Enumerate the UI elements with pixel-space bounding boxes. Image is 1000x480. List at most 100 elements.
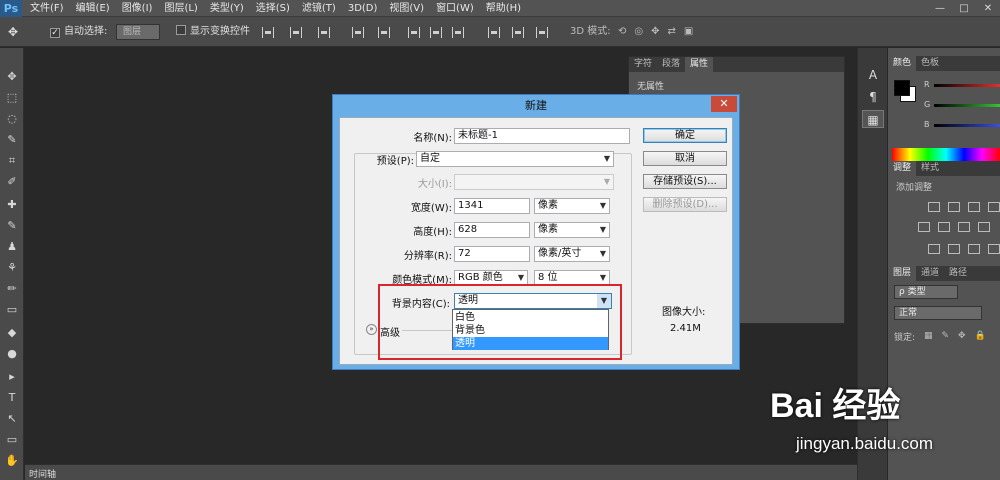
green-slider[interactable] [934,104,1000,107]
align-right-icon[interactable] [318,27,330,38]
posterize-icon[interactable] [948,244,960,254]
color-balance-icon[interactable] [958,222,970,232]
height-field[interactable]: 628 [454,222,530,238]
blue-slider[interactable] [934,124,1000,127]
history-brush-tool-icon[interactable]: ⚘ [2,259,22,277]
align-left-icon[interactable] [262,27,274,38]
distribute-hcenter-icon[interactable] [512,27,524,38]
timeline-tab[interactable]: 时间轴 [29,467,56,480]
tab-color[interactable]: 颜色 [888,56,917,71]
color-spectrum[interactable] [892,148,1000,162]
distribute-vcenter-icon[interactable] [430,27,442,38]
properties-panel-icon[interactable]: ▦ [862,110,884,128]
width-unit-select[interactable]: 像素 ▼ [534,198,610,214]
tab-layers[interactable]: 图层 [888,266,917,281]
distribute-left-icon[interactable] [488,27,500,38]
resolution-field[interactable]: 72 [454,246,530,262]
blur-tool-icon[interactable]: ◆ [2,324,22,342]
distribute-top-icon[interactable] [408,27,420,38]
distribute-right-icon[interactable] [536,27,548,38]
stamp-tool-icon[interactable]: ♟ [2,238,22,256]
lock-icons[interactable]: ▦✎✥🔒 [924,331,995,341]
align-vcenter-icon[interactable] [378,27,390,38]
height-unit-select[interactable]: 像素 ▼ [534,222,610,238]
ok-button[interactable]: 确定 [643,128,727,143]
blend-mode-select[interactable]: 正常 [894,306,982,320]
menu-image[interactable]: 图像(I) [122,0,153,17]
hue-saturation-icon[interactable] [938,222,950,232]
levels-icon[interactable] [948,202,960,212]
save-preset-button[interactable]: 存储预设(S)... [643,174,727,189]
dialog-close-button[interactable]: ✕ [711,96,737,112]
cancel-button[interactable]: 取消 [643,151,727,166]
type-tool-icon[interactable]: T [2,389,22,407]
lasso-tool-icon[interactable]: ◌ [2,110,22,128]
crop-tool-icon[interactable]: ⌗ [2,152,22,170]
advanced-toggle-icon[interactable]: » [366,324,377,335]
resolution-unit-select[interactable]: 像素/英寸 ▼ [534,246,610,262]
red-slider[interactable] [934,84,1000,87]
dodge-tool-icon[interactable]: ● [2,345,22,363]
tab-adjustments[interactable]: 调整 [888,161,917,176]
3d-mode-icons[interactable]: ⟲◎✥⇄▣ [618,25,701,39]
character-panel-icon[interactable]: A [862,66,884,84]
menu-window[interactable]: 窗口(W) [436,0,474,17]
foreground-color-swatch[interactable] [894,80,910,96]
invert-icon[interactable] [928,244,940,254]
menu-3d[interactable]: 3D(D) [348,0,378,17]
close-window-button[interactable]: ✕ [976,0,1000,17]
vibrance-icon[interactable] [918,222,930,232]
shape-tool-icon[interactable]: ▭ [2,431,22,449]
tab-styles[interactable]: 样式 [916,161,944,176]
menu-help[interactable]: 帮助(H) [486,0,521,17]
eraser-tool-icon[interactable]: ✏ [2,280,22,298]
paragraph-panel-icon[interactable]: ¶ [862,88,884,106]
menu-filter[interactable]: 滤镜(T) [302,0,336,17]
menu-file[interactable]: 文件(F) [30,0,64,17]
chevron-down-icon: ▼ [603,177,610,186]
tab-properties[interactable]: 属性 [685,57,714,72]
path-select-tool-icon[interactable]: ↖ [2,410,22,428]
tab-channels[interactable]: 通道 [916,266,944,281]
distribute-bottom-icon[interactable] [452,27,464,38]
threshold-icon[interactable] [968,244,980,254]
move-tool-icon[interactable]: ✥ [8,25,18,39]
menu-edit[interactable]: 编辑(E) [76,0,110,17]
show-transform-checkbox[interactable]: 显示变换控件 [176,25,250,39]
menu-select[interactable]: 选择(S) [256,0,290,17]
tab-paragraph[interactable]: 段落 [657,57,685,72]
tab-paths[interactable]: 路径 [944,266,972,281]
width-field[interactable]: 1341 [454,198,530,214]
eyedropper-tool-icon[interactable]: ✐ [2,173,22,191]
move-tool-icon[interactable]: ✥ [2,68,22,86]
menu-layer[interactable]: 图层(L) [164,0,197,17]
size-label: 大小(I): [417,179,452,190]
curves-icon[interactable] [968,202,980,212]
layer-kind-filter[interactable]: ρ 类型 [894,285,958,299]
menu-view[interactable]: 视图(V) [389,0,424,17]
tab-character[interactable]: 字符 [629,57,657,72]
pen-tool-icon[interactable]: ▸ [2,368,22,386]
marquee-tool-icon[interactable]: ⬚ [2,89,22,107]
black-white-icon[interactable] [978,222,990,232]
preset-select[interactable]: 自定 ▼ [416,151,614,167]
align-top-icon[interactable] [352,27,364,38]
hand-tool-icon[interactable]: ✋ [2,452,22,470]
exposure-icon[interactable] [988,202,1000,212]
auto-select-checkbox[interactable]: ✓ 自动选择: [50,25,107,39]
name-field[interactable]: 未标题-1 [454,128,630,144]
gradient-map-icon[interactable] [988,244,1000,254]
auto-select-dropdown[interactable]: 图层 [116,24,160,40]
healing-tool-icon[interactable]: ✚ [2,196,22,214]
chevron-down-icon: ▼ [603,154,610,163]
brightness-icon[interactable] [928,202,940,212]
maximize-button[interactable]: □ [952,0,976,17]
gradient-tool-icon[interactable]: ▭ [2,301,22,319]
app-logo: Ps [0,0,22,17]
minimize-button[interactable]: — [928,0,952,17]
brush-tool-icon[interactable]: ✎ [2,217,22,235]
align-hcenter-icon[interactable] [290,27,302,38]
tab-swatches[interactable]: 色板 [916,56,944,71]
quick-select-tool-icon[interactable]: ✎ [2,131,22,149]
menu-type[interactable]: 类型(Y) [210,0,244,17]
